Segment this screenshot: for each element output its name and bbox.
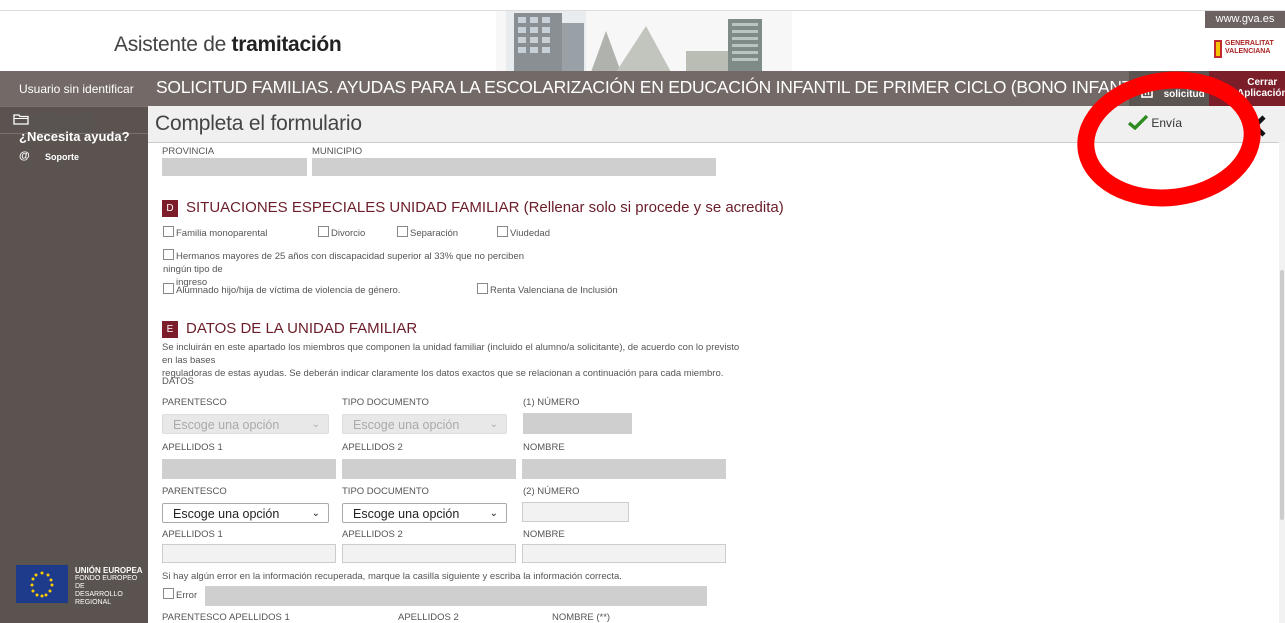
datos-label: DATOS xyxy=(162,376,194,387)
column-apellidos2: APELLIDOS 2 xyxy=(398,612,459,623)
app-header: Asistente de tramitación www.gva.es GENE… xyxy=(0,10,1285,72)
parentesco-label: PARENTESCO xyxy=(162,397,227,408)
section-d-badge: D xyxy=(162,200,178,217)
section-e-description: Se incluirán en este apartado los miembr… xyxy=(162,342,740,379)
nombre-field[interactable] xyxy=(522,459,726,479)
gva-site-link[interactable]: www.gva.es xyxy=(1205,11,1285,28)
folder-icon xyxy=(13,114,29,125)
column-nombre: NOMBRE (**) xyxy=(552,612,611,623)
provincia-field[interactable] xyxy=(162,158,307,176)
apellidos1-field[interactable] xyxy=(162,459,336,479)
numero-label: (2) NÚMERO xyxy=(523,486,580,497)
checkbox-separacion[interactable]: Separación xyxy=(397,226,458,239)
tipo-documento-select[interactable]: Escoge una opción ⌄ xyxy=(342,503,507,523)
buildings-image xyxy=(496,11,792,72)
eu-stars-icon xyxy=(16,565,68,603)
apellidos2-label: APELLIDOS 2 xyxy=(342,442,403,453)
apellidos2-label: APELLIDOS 2 xyxy=(342,529,403,540)
apellidos1-label: APELLIDOS 1 xyxy=(162,529,223,540)
section-e-title: DATOS DE LA UNIDAD FAMILIAR xyxy=(186,320,418,337)
error-correction-field[interactable] xyxy=(205,586,707,606)
parentesco-label: PARENTESCO xyxy=(162,486,227,497)
checkbox-divorcio[interactable]: Divorcio xyxy=(318,226,365,239)
numero-label: (1) NÚMERO xyxy=(523,397,580,408)
checkbox-error[interactable]: Error xyxy=(163,588,197,601)
column-apellidos1: APELLIDOS 1 xyxy=(229,612,290,623)
municipio-label: MUNICIPIO xyxy=(312,146,363,157)
chevron-down-icon: ⌄ xyxy=(489,508,498,519)
apellidos2-field[interactable] xyxy=(342,459,516,479)
eu-flag-logo xyxy=(16,565,68,603)
numero-field[interactable] xyxy=(522,502,629,522)
tipo-documento-label: TIPO DOCUMENTO xyxy=(342,397,429,408)
section-d-title: SITUACIONES ESPECIALES UNIDAD FAMILIAR (… xyxy=(186,199,784,216)
sidebar: Usuario sin identificar MI CARPETA CIUDA… xyxy=(0,71,148,623)
app-title: Asistente de tramitación xyxy=(114,33,342,56)
checkbox-monoparental[interactable]: Familia monoparental xyxy=(163,226,267,239)
error-instruction: Si hay algún error en la información rec… xyxy=(162,571,622,582)
apellidos1-label: APELLIDOS 1 xyxy=(162,442,223,453)
column-parentesco: PARENTESCO xyxy=(162,612,227,623)
checkbox-renta[interactable]: Renta Valenciana de Inclusión xyxy=(477,283,618,296)
provincia-label: PROVINCIA xyxy=(162,146,215,157)
header-banner-image xyxy=(496,11,792,72)
nombre-field[interactable] xyxy=(522,544,726,563)
gva-emblem-icon xyxy=(1214,40,1222,58)
tipo-documento-label: TIPO DOCUMENTO xyxy=(342,486,429,497)
nombre-label: NOMBRE xyxy=(523,529,565,540)
municipio-field[interactable] xyxy=(312,158,716,176)
chevron-down-icon: ⌄ xyxy=(489,419,498,430)
chevron-down-icon: ⌄ xyxy=(311,508,320,519)
apellidos1-field[interactable] xyxy=(162,544,336,563)
section-e-badge: E xyxy=(162,321,178,338)
parentesco-select[interactable]: Escoge una opción ⌄ xyxy=(162,503,329,523)
nombre-label: NOMBRE xyxy=(523,442,565,453)
tipo-documento-select[interactable]: Escoge una opción ⌄ xyxy=(342,414,507,434)
apellidos2-field[interactable] xyxy=(342,544,516,563)
parentesco-select[interactable]: Escoge una opción ⌄ xyxy=(162,414,329,434)
scrollbar-thumb[interactable] xyxy=(1280,270,1284,520)
user-status: Usuario sin identificar xyxy=(0,71,148,106)
at-icon: @ xyxy=(19,150,30,162)
generalitat-logo: GENERALITAT VALENCIANA xyxy=(1213,38,1283,62)
support-link[interactable]: Soporte xyxy=(45,152,79,162)
top-strip xyxy=(0,0,1285,10)
chevron-down-icon: ⌄ xyxy=(311,419,320,430)
eu-fund-text: UNIÓN EUROPEA FONDO EUROPEO DE DESARROLL… xyxy=(75,566,143,607)
help-heading: ¿Necesita ayuda? xyxy=(19,129,130,144)
numero-field[interactable] xyxy=(523,413,632,434)
subbar-title: Completa el formulario xyxy=(155,112,362,135)
checkbox-viudedad[interactable]: Viudedad xyxy=(497,226,550,239)
checkbox-violencia[interactable]: Alumnado hijo/hija de víctima de violenc… xyxy=(163,283,400,296)
